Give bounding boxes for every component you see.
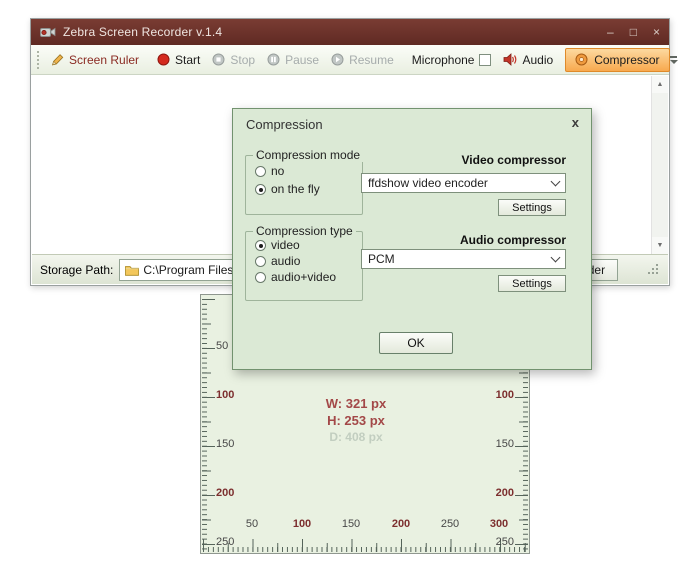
start-label: Start	[175, 52, 201, 67]
scroll-up-button[interactable]: ▲	[652, 76, 668, 93]
video-compressor-label: Video compressor	[461, 153, 566, 167]
audio-button[interactable]: Audio	[497, 48, 559, 72]
ruler-height-readout: H: 253 px	[327, 413, 385, 428]
disc-icon	[575, 53, 588, 66]
radio-option-audio[interactable]: audio	[255, 255, 362, 268]
storage-path-label: Storage Path:	[40, 262, 114, 277]
radio-option-video[interactable]: video	[255, 239, 362, 252]
scroll-down-button[interactable]: ▼	[652, 237, 668, 254]
ruler-label: 250	[216, 536, 235, 548]
pause-label: Pause	[285, 52, 320, 67]
resume-label: Resume	[349, 52, 394, 67]
ruler-label: 300	[489, 518, 509, 530]
radio-icon[interactable]	[255, 240, 266, 251]
ruler-label: 250	[440, 518, 460, 530]
resume-icon	[331, 53, 344, 66]
radio-label: video	[271, 238, 300, 252]
toolbar: Screen Ruler Start Stop Pause Resume Mic…	[31, 45, 678, 75]
radio-option-on-the-fly[interactable]: on the fly	[255, 183, 362, 196]
microphone-toggle[interactable]: Microphone	[406, 48, 498, 72]
audio-compressor-dropdown[interactable]: PCM	[361, 249, 566, 269]
vertical-scrollbar[interactable]: ▲ ▼	[651, 76, 668, 254]
radio-option-no[interactable]: no	[255, 165, 362, 178]
minimize-button[interactable]: –	[607, 25, 614, 39]
ruler-label: 100	[216, 389, 235, 401]
chevron-down-icon	[550, 176, 561, 187]
stop-button[interactable]: Stop	[206, 48, 261, 72]
pause-icon	[267, 53, 280, 66]
ruler-label: 50	[216, 340, 229, 352]
compression-mode-label: Compression mode	[253, 148, 364, 162]
compression-dialog: Compression x Compression mode no on the…	[232, 108, 592, 370]
maximize-button[interactable]: □	[630, 25, 637, 39]
screen-ruler-button[interactable]: Screen Ruler	[44, 48, 145, 72]
compression-mode-group: Compression mode no on the fly	[245, 148, 364, 215]
radio-label: audio+video	[271, 270, 337, 284]
chevron-down-icon	[550, 252, 561, 263]
stop-label: Stop	[230, 52, 256, 67]
window-title: Zebra Screen Recorder v.1.4	[63, 25, 223, 39]
folder-icon	[125, 264, 140, 276]
dialog-close-button[interactable]: x	[572, 115, 579, 130]
ruler-label: 150	[216, 438, 235, 450]
ok-button[interactable]: OK	[379, 332, 453, 354]
audio-label: Audio	[522, 52, 554, 67]
microphone-checkbox[interactable]	[479, 53, 492, 66]
compressor-button[interactable]: Compressor	[565, 47, 670, 72]
ruler-ticks-bottom	[203, 539, 527, 552]
video-compressor-dropdown[interactable]: ffdshow video encoder	[361, 173, 566, 193]
compressor-label: Compressor	[594, 52, 660, 67]
desktop: 50 100 150 200 250 50 100 150 200 250 50…	[0, 0, 698, 565]
resize-grip[interactable]	[647, 263, 660, 276]
chevron-down-icon	[669, 59, 678, 64]
compression-type-group: Compression type video audio audio+video	[245, 224, 363, 301]
radio-label: no	[271, 164, 285, 178]
radio-icon[interactable]	[255, 256, 266, 267]
overflow-bar-icon	[670, 55, 678, 58]
radio-icon[interactable]	[255, 184, 266, 195]
speaker-icon	[503, 53, 517, 66]
radio-label: on the fly	[271, 182, 320, 196]
ruler-label: 250	[495, 536, 514, 548]
scroll-down-icon: ▼	[656, 242, 664, 249]
stop-icon	[212, 53, 225, 66]
app-icon	[40, 26, 56, 38]
video-settings-button[interactable]: Settings	[498, 199, 566, 216]
dialog-title: Compression	[246, 117, 323, 132]
record-icon	[157, 53, 170, 66]
toolbar-grip	[37, 50, 39, 69]
audio-compressor-value: PCM	[368, 252, 395, 266]
radio-icon[interactable]	[255, 272, 266, 283]
ruler-label: 200	[495, 487, 514, 499]
radio-icon[interactable]	[255, 166, 266, 177]
pause-button[interactable]: Pause	[261, 48, 325, 72]
ruler-label: 100	[495, 389, 514, 401]
ruler-label: 200	[216, 487, 235, 499]
ruler-readouts: W: 321 px H: 253 px D: 408 px	[286, 395, 426, 446]
pencil-ruler-icon	[50, 53, 64, 67]
microphone-label: Microphone	[411, 52, 475, 67]
screen-ruler-label: Screen Ruler	[69, 52, 140, 67]
ruler-label: 150	[341, 518, 361, 530]
audio-settings-button[interactable]: Settings	[498, 275, 566, 292]
ruler-diagonal-readout: D: 408 px	[329, 430, 383, 444]
start-button[interactable]: Start	[151, 48, 206, 72]
ruler-width-readout: W: 321 px	[325, 396, 387, 411]
resume-button[interactable]: Resume	[325, 48, 400, 72]
video-compressor-value: ffdshow video encoder	[368, 176, 488, 190]
ruler-label: 200	[391, 518, 411, 530]
ruler-label: 150	[495, 438, 514, 450]
close-button[interactable]: ×	[653, 25, 660, 39]
compression-type-label: Compression type	[253, 224, 356, 238]
toolbar-overflow-button[interactable]	[669, 48, 678, 72]
radio-option-audio-video[interactable]: audio+video	[255, 271, 362, 284]
title-bar[interactable]: Zebra Screen Recorder v.1.4 – □ ×	[31, 19, 669, 45]
ruler-ticks-left	[202, 297, 215, 551]
ruler-label: 50	[245, 518, 259, 530]
ruler-label: 100	[292, 518, 312, 530]
scroll-up-icon: ▲	[656, 81, 664, 88]
audio-compressor-label: Audio compressor	[459, 233, 566, 247]
radio-label: audio	[271, 254, 301, 268]
